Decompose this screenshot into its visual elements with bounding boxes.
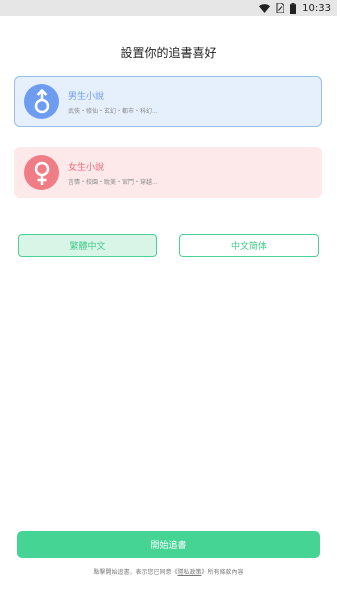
wifi-icon	[259, 3, 271, 13]
female-option-subtitle: 言情・校園・耽美・宮鬥・穿越...	[68, 179, 158, 186]
male-option-title: 男生小說	[68, 92, 105, 102]
male-novel-option[interactable]: 男生小說 武俠・修仙・玄幻・都市・科幻...	[14, 76, 322, 127]
page-title: 設置你的追書喜好	[120, 46, 217, 60]
simplified-chinese-button[interactable]: 中文简体	[179, 234, 319, 257]
battery-icon	[290, 2, 297, 14]
privacy-notice-suffix: 》所有條款內容	[201, 569, 244, 576]
female-icon	[24, 155, 59, 190]
female-novel-option[interactable]: 女生小說 言情・校園・耽美・宮鬥・穿越...	[14, 147, 322, 198]
status-icons: 10:33	[259, 1, 331, 15]
privacy-policy-link[interactable]: 隱私政策	[177, 569, 201, 576]
privacy-notice-prefix: 點擊開始追書，表示您已同意《	[93, 569, 178, 576]
start-button[interactable]: 開始追書	[17, 531, 320, 558]
female-option-title: 女生小說	[68, 163, 105, 173]
clock: 10:33	[302, 2, 331, 14]
status-bar: 10:33	[0, 0, 337, 16]
traditional-chinese-button[interactable]: 繁體中文	[18, 234, 157, 257]
privacy-notice: 點擊開始追書，表示您已同意《隱私政策》所有條款內容	[0, 567, 337, 576]
male-option-subtitle: 武俠・修仙・玄幻・都市・科幻...	[68, 108, 158, 115]
male-icon	[24, 84, 59, 119]
sim-icon	[276, 3, 285, 13]
